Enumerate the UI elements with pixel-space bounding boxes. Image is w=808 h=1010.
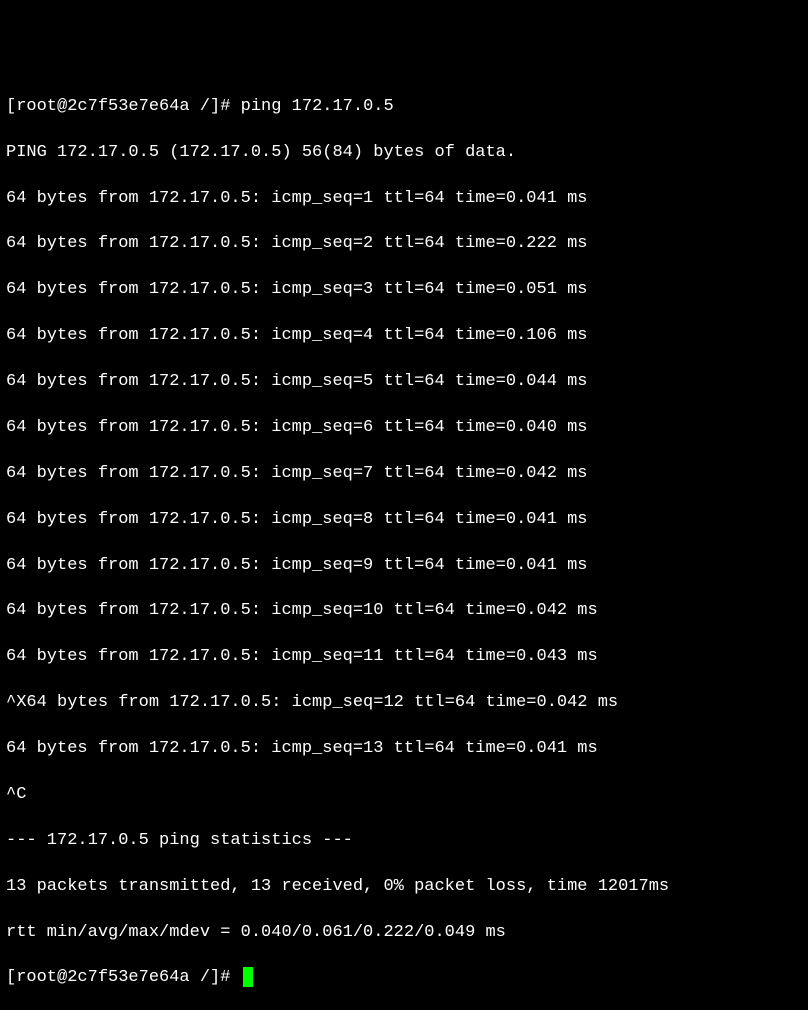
ping-reply: 64 bytes from 172.17.0.5: icmp_seq=4 ttl… [6,325,802,348]
ping-reply: 64 bytes from 172.17.0.5: icmp_seq=10 tt… [6,600,802,623]
prompt-symbol: # [220,97,230,116]
prompt-close: ] [210,968,220,987]
prompt-user: root [16,968,57,987]
ping-reply: 64 bytes from 172.17.0.5: icmp_seq=7 ttl… [6,463,802,486]
interrupt-signal: ^C [6,784,802,807]
stats-packets: 13 packets transmitted, 13 received, 0% … [6,876,802,899]
ping-header: PING 172.17.0.5 (172.17.0.5) 56(84) byte… [6,142,802,165]
ping-reply: 64 bytes from 172.17.0.5: icmp_seq=5 ttl… [6,371,802,394]
command-text: ping 172.17.0.5 [241,97,394,116]
prompt-host: 2c7f53e7e64a [67,968,189,987]
ping-reply: 64 bytes from 172.17.0.5: icmp_seq=1 ttl… [6,188,802,211]
prompt-close: ] [210,97,220,116]
prompt-user: root [16,97,57,116]
prompt-line-1[interactable]: [root@2c7f53e7e64a /]# ping 172.17.0.5 [6,96,802,119]
ping-reply: 64 bytes from 172.17.0.5: icmp_seq=6 ttl… [6,417,802,440]
ping-reply: 64 bytes from 172.17.0.5: icmp_seq=9 ttl… [6,555,802,578]
cursor-icon[interactable] [243,967,253,987]
prompt-path: / [200,97,210,116]
ping-reply: 64 bytes from 172.17.0.5: icmp_seq=8 ttl… [6,509,802,532]
stats-rtt: rtt min/avg/max/mdev = 0.040/0.061/0.222… [6,922,802,945]
ping-reply: 64 bytes from 172.17.0.5: icmp_seq=13 tt… [6,738,802,761]
stats-header: --- 172.17.0.5 ping statistics --- [6,830,802,853]
prompt-path: / [200,968,210,987]
ping-reply: 64 bytes from 172.17.0.5: icmp_seq=2 ttl… [6,233,802,256]
prompt-line-2[interactable]: [root@2c7f53e7e64a /]# [6,967,802,990]
prompt-at: @ [57,968,67,987]
ping-reply: 64 bytes from 172.17.0.5: icmp_seq=3 ttl… [6,279,802,302]
prompt-at: @ [57,97,67,116]
prompt-host: 2c7f53e7e64a [67,97,189,116]
prompt-symbol: # [220,968,230,987]
prompt-open: [ [6,97,16,116]
ping-reply: 64 bytes from 172.17.0.5: icmp_seq=11 tt… [6,646,802,669]
ping-reply: ^X64 bytes from 172.17.0.5: icmp_seq=12 … [6,692,802,715]
prompt-open: [ [6,968,16,987]
